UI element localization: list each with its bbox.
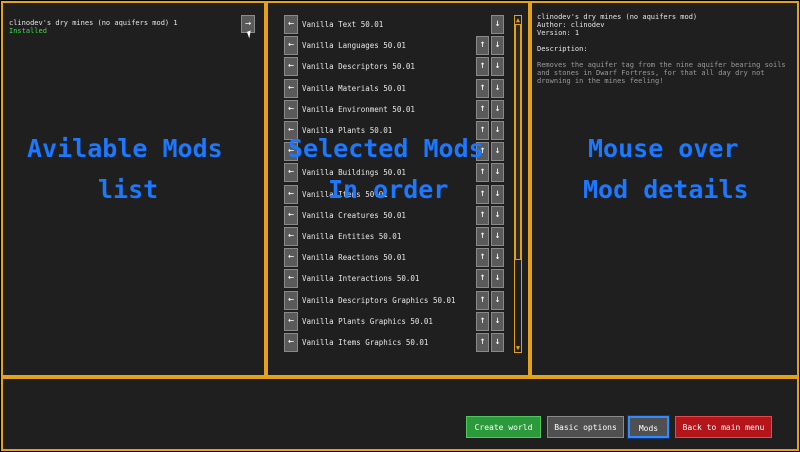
details-description-label: Description: [537,45,588,53]
remove-mod-left-icon[interactable]: ← [284,205,298,225]
move-down-icon[interactable]: ↓ [491,311,504,331]
details-description-line: drowning in the mines feeling! [537,77,664,85]
remove-mod-left-icon[interactable]: ← [284,99,298,119]
selected-mod-name: Vanilla Materials 50.01 [302,83,406,93]
move-up-icon[interactable]: ↑ [476,78,489,98]
details-description-line: and stones in Dwarf Fortress, for that a… [537,69,765,77]
basic-options-button[interactable]: Basic options [547,416,624,438]
move-down-icon[interactable]: ↓ [491,99,504,119]
move-down-icon[interactable]: ↓ [491,15,504,34]
move-up-icon[interactable]: ↑ [476,57,489,77]
selected-mod-name: Vanilla Languages 50.01 [302,41,406,51]
mods-button[interactable]: Mods [627,415,670,439]
selected-mods-scrollbar[interactable]: ▲ ▼ [514,15,522,353]
remove-mod-left-icon[interactable]: ← [284,184,298,204]
remove-mod-left-icon[interactable]: ← [284,290,298,310]
scroll-down-icon[interactable]: ▼ [514,344,522,352]
move-up-icon[interactable]: ↑ [476,290,489,310]
move-up-icon[interactable]: ↑ [476,333,489,352]
move-up-icon[interactable]: ↑ [476,269,489,289]
move-down-icon[interactable]: ↓ [491,36,504,56]
details-title: clinodev's dry mines (no aquifers mod) [537,13,698,21]
move-down-icon[interactable]: ↓ [491,269,504,289]
overlay-selected-line2: In order [328,175,449,204]
selected-mod-name: Vanilla Entities 50.01 [302,232,402,241]
details-description-line: Removes the aquifer tag from the nine aq… [537,61,786,69]
move-down-icon[interactable]: ↓ [491,78,504,98]
move-down-icon[interactable]: ↓ [491,227,504,246]
bottom-bar [1,377,799,451]
selected-mod-name: Vanilla Descriptors 50.01 [302,62,415,72]
create-world-button[interactable]: Create world [466,416,541,438]
available-mod-entry[interactable]: clinodev's dry mines (no aquifers mod) 1… [9,19,178,35]
remove-mod-left-icon[interactable]: ← [284,57,298,77]
remove-mod-left-icon[interactable]: ← [284,163,298,183]
move-up-icon[interactable]: ↑ [476,227,489,246]
selected-mod-name: Vanilla Descriptors Graphics 50.01 [302,295,456,305]
remove-mod-left-icon[interactable]: ← [284,333,298,352]
move-up-icon[interactable]: ↑ [476,99,489,119]
remove-mod-left-icon[interactable]: ← [284,15,298,34]
move-down-icon[interactable]: ↓ [491,290,504,310]
remove-mod-left-icon[interactable]: ← [284,311,298,331]
move-down-icon[interactable]: ↓ [491,142,504,162]
selected-mod-name: Vanilla Creatures 50.01 [302,210,406,220]
move-up-icon[interactable]: ↑ [476,184,489,204]
remove-mod-left-icon[interactable]: ← [284,36,298,56]
overlay-details-line2: Mod details [583,175,749,204]
remove-mod-left-icon[interactable]: ← [284,227,298,246]
selected-mod-name: Vanilla Items Graphics 50.01 [302,338,429,347]
move-down-icon[interactable]: ↓ [491,333,504,352]
overlay-available-line2: list [98,175,159,204]
available-mod-status: Installed [9,27,47,35]
selected-mod-name: Vanilla Text 50.01 [302,20,384,29]
scroll-thumb[interactable] [515,24,521,260]
selected-mod-name: Vanilla Plants Graphics 50.01 [302,316,433,326]
selected-mod-name: Vanilla Interactions 50.01 [302,274,420,284]
details-author: Author: clinodev [537,21,605,29]
move-up-icon[interactable]: ↑ [476,36,489,56]
move-down-icon[interactable]: ↓ [491,121,504,140]
overlay-available-line1: Avilable Mods [27,134,223,163]
selected-mod-name: Vanilla Environment 50.01 [302,104,415,114]
move-down-icon[interactable]: ↓ [491,248,504,268]
back-to-main-menu-button[interactable]: Back to main menu [675,416,772,438]
move-down-icon[interactable]: ↓ [491,184,504,204]
overlay-details-line1: Mouse over [588,134,739,163]
move-up-icon[interactable]: ↑ [476,163,489,183]
remove-mod-left-icon[interactable]: ← [284,248,298,268]
details-version: Version: 1 [537,29,580,37]
available-mod-title: clinodev's dry mines (no aquifers mod) 1 [9,19,178,27]
move-down-icon[interactable]: ↓ [491,205,504,225]
selected-mod-name: Vanilla Reactions 50.01 [302,253,406,263]
move-up-icon[interactable]: ↑ [476,205,489,225]
move-down-icon[interactable]: ↓ [491,57,504,77]
move-up-icon[interactable]: ↑ [476,248,489,268]
remove-mod-left-icon[interactable]: ← [284,78,298,98]
overlay-selected-line1: Selected Mods [288,134,484,163]
move-up-icon[interactable]: ↑ [476,311,489,331]
move-down-icon[interactable]: ↓ [491,163,504,183]
remove-mod-left-icon[interactable]: ← [284,269,298,289]
scroll-up-icon[interactable]: ▲ [514,16,522,24]
